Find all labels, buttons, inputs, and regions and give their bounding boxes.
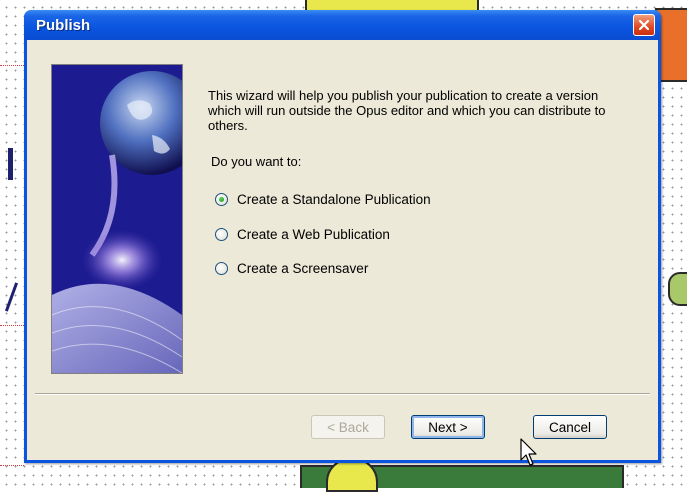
wizard-question: Do you want to: (211, 154, 302, 169)
dialog-body: This wizard will help you publish your p… (27, 40, 658, 460)
mouse-pointer-icon (520, 438, 537, 466)
option-web-label: Create a Web Publication (237, 227, 390, 242)
close-button[interactable] (633, 14, 655, 36)
background-squiggle (0, 462, 24, 466)
cancel-button[interactable]: Cancel (533, 415, 607, 439)
wizard-description: This wizard will help you publish your p… (208, 88, 606, 133)
radio-screensaver[interactable] (215, 262, 228, 275)
radio-web[interactable] (215, 228, 228, 241)
background-squiggle (0, 62, 24, 66)
option-standalone[interactable]: Create a Standalone Publication (215, 192, 431, 207)
publish-dialog: Publish This wizard will help you publis… (24, 10, 661, 463)
radio-standalone[interactable] (215, 193, 228, 206)
separator (35, 393, 650, 395)
background-shape-stroke (4, 282, 19, 312)
close-icon (638, 19, 650, 31)
title-bar[interactable]: Publish (24, 10, 661, 40)
next-button[interactable]: Next > (411, 415, 485, 439)
background-squiggle (0, 322, 24, 326)
background-shape-green-right (668, 272, 687, 306)
dialog-title: Publish (36, 17, 91, 34)
earth-book-illustration (51, 64, 183, 374)
background-shape-yellow-blob (326, 458, 378, 492)
option-screensaver-label: Create a Screensaver (237, 261, 369, 276)
background-shape-bar (8, 148, 13, 180)
back-button[interactable]: < Back (311, 415, 385, 439)
option-standalone-label: Create a Standalone Publication (237, 192, 431, 207)
option-web[interactable]: Create a Web Publication (215, 227, 390, 242)
option-screensaver[interactable]: Create a Screensaver (215, 261, 368, 276)
